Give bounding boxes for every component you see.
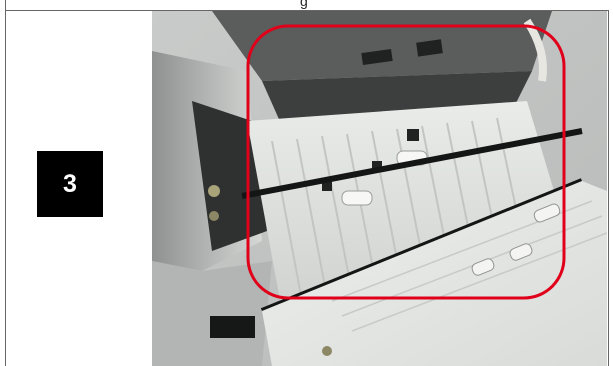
step-number-badge: 3 bbox=[37, 151, 103, 217]
pinch-roller bbox=[341, 190, 373, 206]
printer-interior-photo bbox=[152, 11, 607, 366]
header-caption: g bbox=[300, 0, 308, 9]
hinge-screw bbox=[208, 185, 220, 197]
upper-interior bbox=[212, 11, 552, 81]
frame-right-rule bbox=[608, 10, 609, 366]
roller-slot bbox=[407, 129, 419, 141]
frame-left-rule bbox=[5, 0, 6, 366]
printer-illustration bbox=[152, 11, 607, 366]
step-number: 3 bbox=[63, 169, 77, 198]
manual-page: g 3 bbox=[0, 0, 613, 366]
screw bbox=[322, 346, 332, 356]
hinge-screw bbox=[209, 211, 219, 221]
latch-block bbox=[210, 316, 255, 338]
